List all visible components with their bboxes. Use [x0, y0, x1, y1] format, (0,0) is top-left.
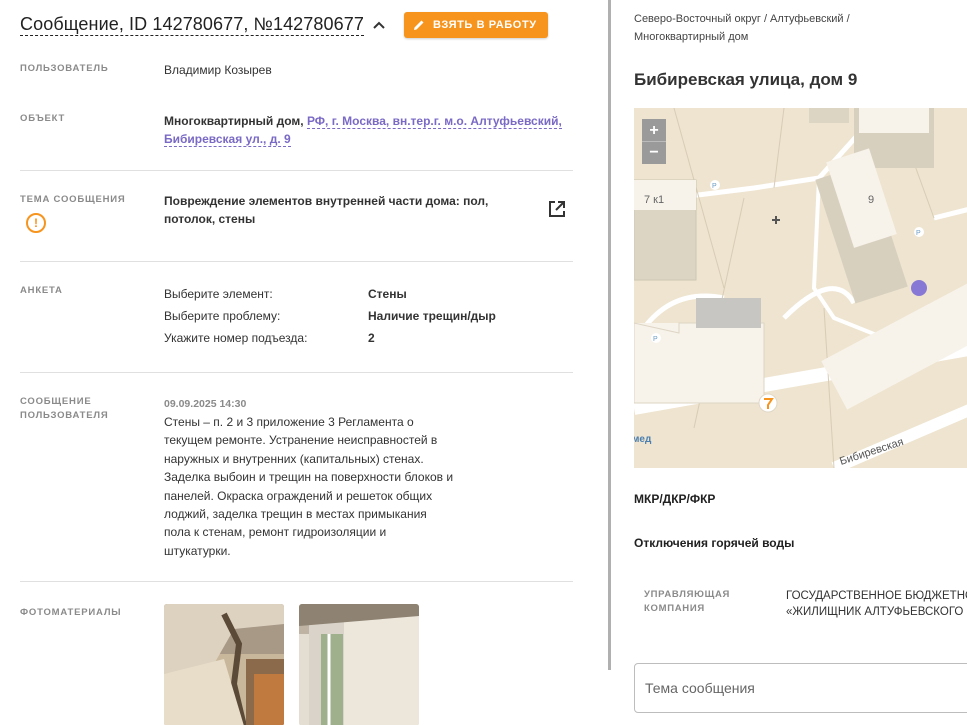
message-line: лоджий, заделка трещин в местах примыкан… [164, 507, 427, 522]
map-label-7k1: 7 к1 [644, 194, 664, 206]
survey-label: АНКЕТА [20, 285, 63, 296]
object-location-marker[interactable] [911, 280, 927, 296]
message-line: пола к стенам, ремонт гидроизоляции и [164, 525, 387, 540]
parking-icon: P [712, 183, 717, 190]
map[interactable]: 7 к1 9 Бибиревская мед P P P + − [634, 108, 967, 468]
section-hot-water-outages[interactable]: Отключения горячей воды [634, 536, 794, 550]
map-canvas[interactable]: 7 к1 9 Бибиревская мед P P P [634, 108, 967, 468]
survey-row: АНКЕТА Выберите элемент: Стены Выберите … [20, 262, 573, 373]
section-repair-programs[interactable]: МКР/ДКР/ФКР [634, 492, 715, 506]
parking-icon: P [916, 230, 921, 237]
photo-thumbnail-1[interactable] [164, 604, 284, 725]
zoom-in-button[interactable]: + [642, 119, 666, 142]
photo-thumbnail-2[interactable] [299, 604, 419, 725]
management-company-label: УПРАВЛЯЮЩАЯ КОМПАНИЯ [644, 588, 730, 616]
message-title[interactable]: Сообщение, ID 142780677, №142780677 [20, 14, 364, 36]
management-company-label-line-2: КОМПАНИЯ [644, 603, 705, 614]
warning-icon: ! [26, 213, 46, 233]
topic-row: ТЕМА СООБЩЕНИЯ ! Повреждение элементов в… [20, 171, 573, 262]
survey-question: Укажите номер подъезда: [164, 331, 308, 345]
object-address-link-2[interactable]: Бибиревская ул., д. 9 [164, 132, 291, 147]
user-name: Владимир Козырев [164, 63, 272, 77]
zoom-out-button[interactable]: − [642, 141, 666, 164]
message-topic-input[interactable] [634, 663, 967, 713]
management-company-line-1: ГОСУДАРСТВЕННОЕ БЮДЖЕТНОЕ УЧРЕЖДЕНИЕ [786, 590, 967, 602]
survey-question: Выберите проблему: [164, 309, 281, 323]
user-message-label-1: СООБЩЕНИЕ [20, 396, 92, 407]
object-row: ОБЪЕКТ Многоквартирный дом, РФ, г. Москв… [20, 108, 573, 171]
message-line: панелей. Окраска ограждений и решеток об… [164, 488, 433, 503]
message-line: штукатурки. [164, 543, 231, 558]
map-label-9: 9 [868, 194, 874, 206]
user-row: ПОЛЬЗОВАТЕЛЬ Владимир Козырев [20, 60, 573, 88]
breadcrumb-line-2[interactable]: Многоквартирный дом [634, 28, 954, 46]
survey-answer: Стены [368, 287, 407, 301]
chevron-up-icon[interactable] [372, 18, 386, 32]
message-header: Сообщение, ID 142780677, №142780677 ВЗЯТ… [20, 10, 548, 40]
survey-answer: 2 [368, 331, 375, 345]
object-type: Многоквартирный дом, [164, 114, 304, 128]
object-address-title: Бибиревская улица, дом 9 [634, 70, 858, 89]
user-label: ПОЛЬЗОВАТЕЛЬ [20, 63, 109, 74]
topic-value: Повреждение элементов внутренней части д… [164, 192, 488, 228]
topic-line-1: Повреждение элементов внутренней части д… [164, 194, 489, 208]
survey-question: Выберите элемент: [164, 287, 273, 301]
parking-icon: P [653, 336, 658, 343]
message-line: наружных и внутренних (капитальных) стен… [164, 451, 424, 466]
message-line: текущем ремонте. Устранение неисправност… [164, 433, 438, 448]
user-message-label-2: ПОЛЬЗОВАТЕЛЯ [20, 410, 109, 421]
management-company-value: ГОСУДАРСТВЕННОЕ БЮДЖЕТНОЕ УЧРЕЖДЕНИЕ «ЖИ… [786, 588, 967, 620]
object-address-link-1[interactable]: РФ, г. Москва, вн.тер.г. м.о. Алтуфьевск… [306, 114, 562, 129]
map-edge-label: мед [634, 434, 652, 445]
survey-answer: Наличие трещин/дыр [368, 309, 496, 323]
topic-label: ТЕМА СООБЩЕНИЯ [20, 194, 126, 205]
message-line: Заделка выбоин и трещин на поверхности б… [164, 470, 454, 485]
message-line: Стены – п. 2 и 3 приложение 3 Регламента… [164, 415, 414, 429]
object-label: ОБЪЕКТ [20, 113, 66, 124]
user-message-row: СООБЩЕНИЕ ПОЛЬЗОВАТЕЛЯ 09.09.2025 14:30 … [20, 373, 573, 582]
breadcrumb-line-1[interactable]: Северо-Восточный округ / Алтуфьевский / [634, 10, 954, 28]
breadcrumb: Северо-Восточный округ / Алтуфьевский / … [634, 10, 954, 46]
open-external-icon[interactable] [547, 199, 567, 219]
message-text: Стены – п. 2 и 3 приложение 3 Регламента… [164, 413, 484, 560]
object-value: Многоквартирный дом, РФ, г. Москва, вн.т… [164, 112, 574, 148]
take-to-work-label: ВЗЯТЬ В РАБОТУ [432, 19, 537, 31]
topic-line-2: потолок, стены [164, 212, 256, 226]
photos-row: ФОТОМАТЕРИАЛЫ [20, 581, 573, 725]
message-date: 09.09.2025 14:30 [164, 398, 247, 410]
object-info-pane: Северо-Восточный округ / Алтуфьевский / … [611, 0, 967, 725]
management-company-label-line-1: УПРАВЛЯЮЩАЯ [644, 589, 731, 600]
take-to-work-button[interactable]: ВЗЯТЬ В РАБОТУ [403, 12, 548, 38]
pencil-icon [413, 20, 424, 30]
management-company-line-2: «ЖИЛИЩНИК АЛТУФЬЕВСКОГО РАЙОНА» [786, 606, 967, 618]
message-details-pane: Сообщение, ID 142780677, №142780677 ВЗЯТ… [0, 0, 605, 725]
photos-label: ФОТОМАТЕРИАЛЫ [20, 607, 122, 618]
